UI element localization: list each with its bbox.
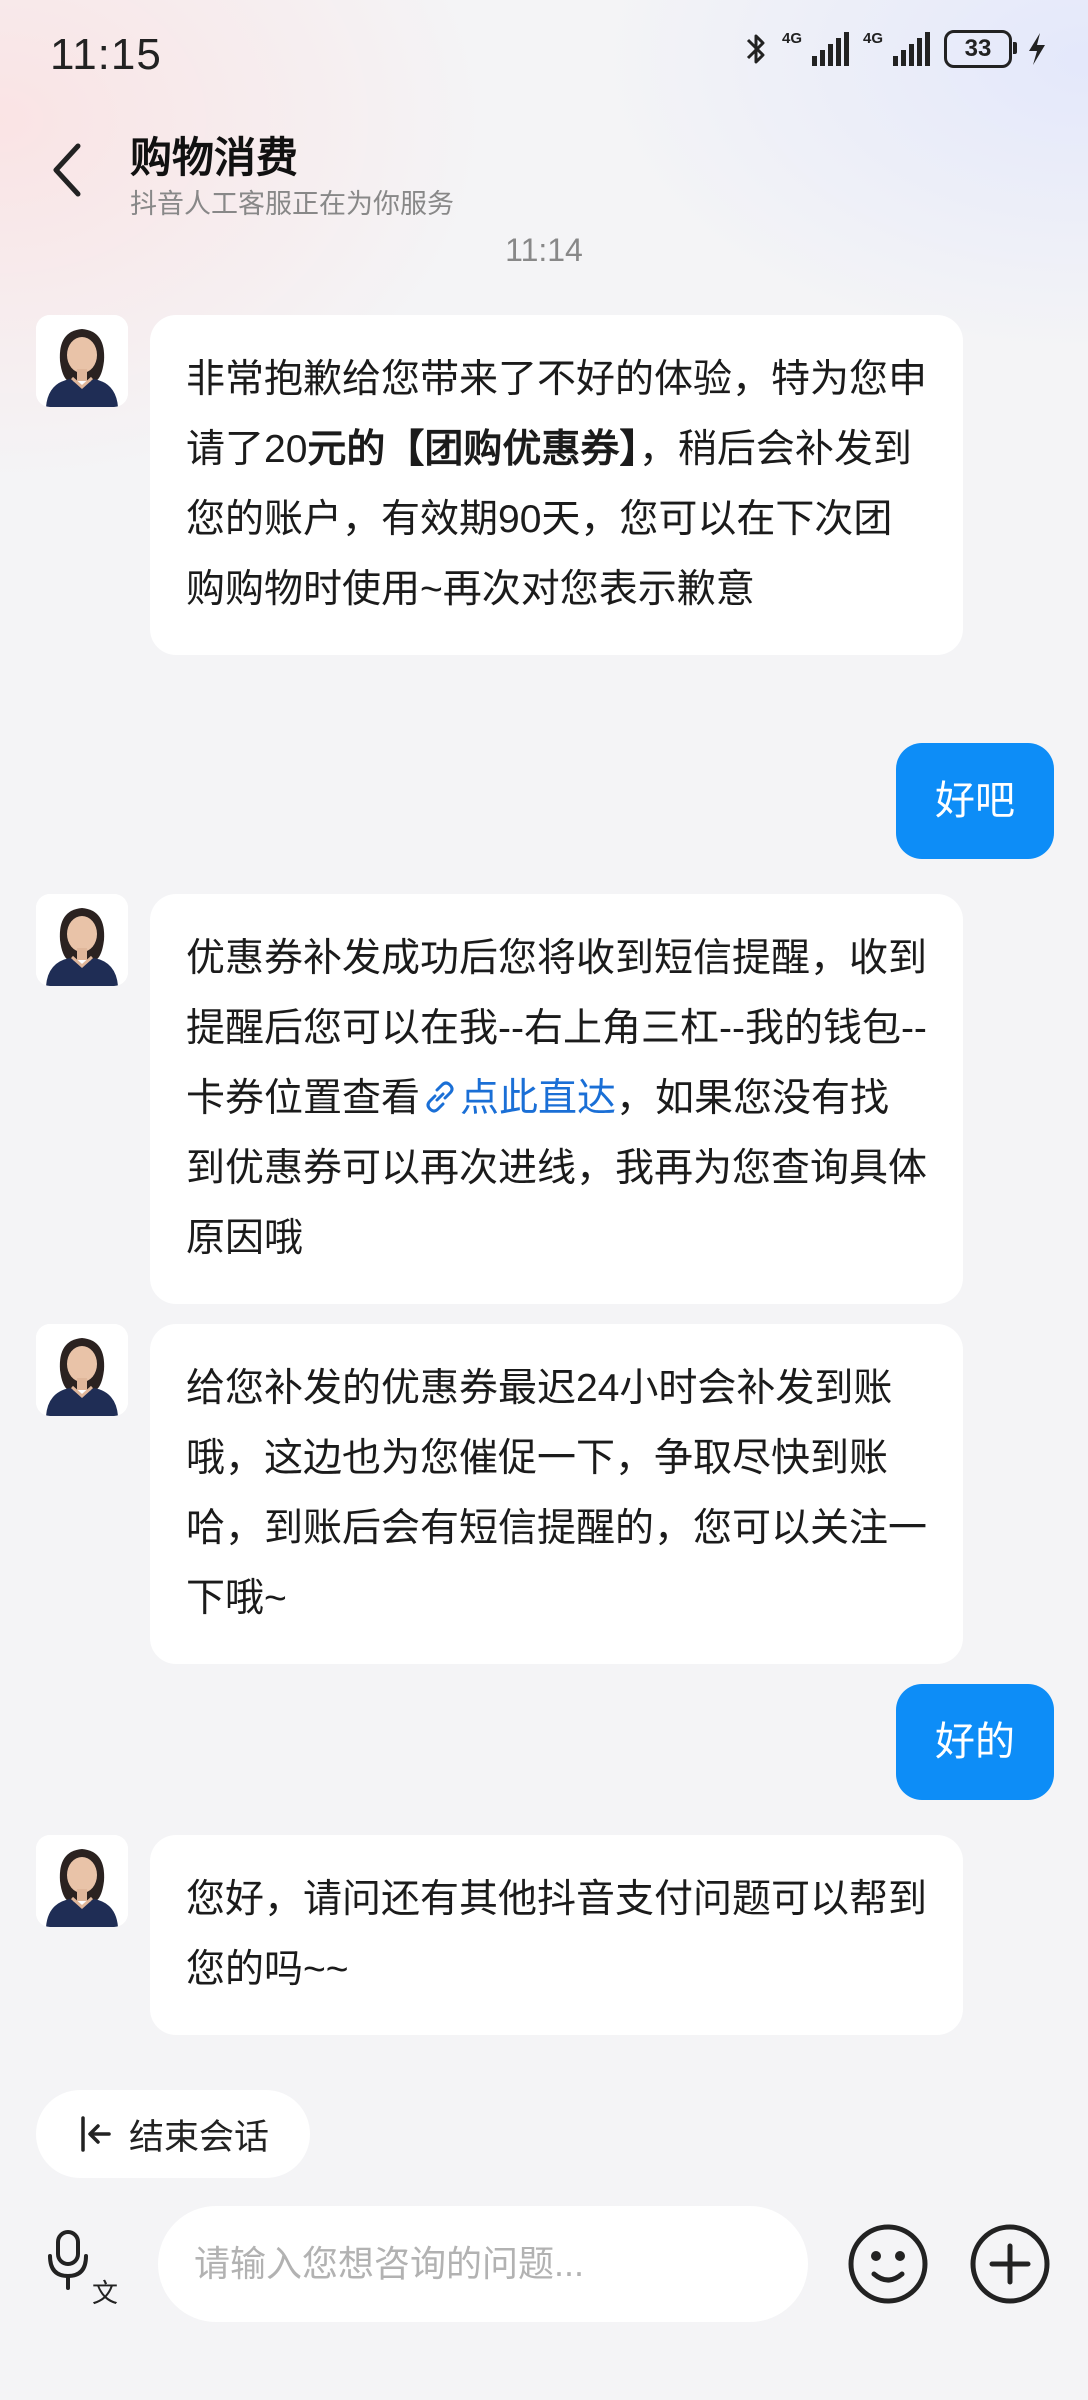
agent-avatar[interactable]: [36, 1835, 128, 1927]
end-session-button[interactable]: 结束会话: [36, 2090, 310, 2178]
charging-icon: [1029, 33, 1045, 65]
agent-avatar[interactable]: [36, 315, 128, 407]
emoji-icon[interactable]: [846, 2222, 930, 2306]
battery-icon: 33: [944, 30, 1017, 68]
user-message: 好的: [896, 1684, 1054, 1800]
status-bar: 11:15 4G 4G 33: [0, 0, 1088, 110]
signal-icon: 4G: [863, 30, 930, 66]
shortcut-link[interactable]: 点此直达: [420, 1077, 616, 1120]
agent-message: 给您补发的优惠券最迟24小时会补发到账哦，这边也为您催促一下，争取尽快到账哈，到…: [150, 1324, 963, 1664]
message-input[interactable]: [158, 2206, 808, 2322]
agent-avatar[interactable]: [36, 894, 128, 986]
agent-avatar[interactable]: [36, 1324, 128, 1416]
input-bar: 文: [0, 2196, 1088, 2336]
status-icons: 4G 4G 33: [744, 30, 1048, 68]
message-timestamp: 11:14: [505, 232, 583, 268]
voice-input-icon[interactable]: 文: [40, 2226, 120, 2306]
agent-message: 您好，请问还有其他抖音支付问题可以帮到您的吗~~: [150, 1835, 963, 2035]
agent-message: 非常抱歉给您带来了不好的体验，特为您申请了20元的【团购优惠券】，稍后会补发到您…: [150, 315, 963, 655]
user-message: 好吧: [896, 743, 1054, 859]
add-icon[interactable]: [968, 2222, 1052, 2306]
end-session-label: 结束会话: [128, 2117, 269, 2157]
page-subtitle: 抖音人工客服正在为你服务: [130, 189, 454, 219]
status-time: 11:15: [50, 30, 162, 79]
exit-icon: [81, 2116, 111, 2152]
back-arrow-icon[interactable]: [44, 140, 94, 200]
signal-icon: 4G: [782, 30, 849, 66]
page-title: 购物消费: [130, 134, 299, 181]
bluetooth-icon: [746, 34, 765, 64]
chat-header: 购物消费 抖音人工客服正在为你服务: [0, 110, 1088, 230]
svg-text:文: 文: [92, 2279, 118, 2306]
agent-message: 优惠券补发成功后您将收到短信提醒，收到提醒后您可以在我--右上角三杠--我的钱包…: [150, 894, 963, 1304]
link-icon: [426, 1081, 454, 1113]
